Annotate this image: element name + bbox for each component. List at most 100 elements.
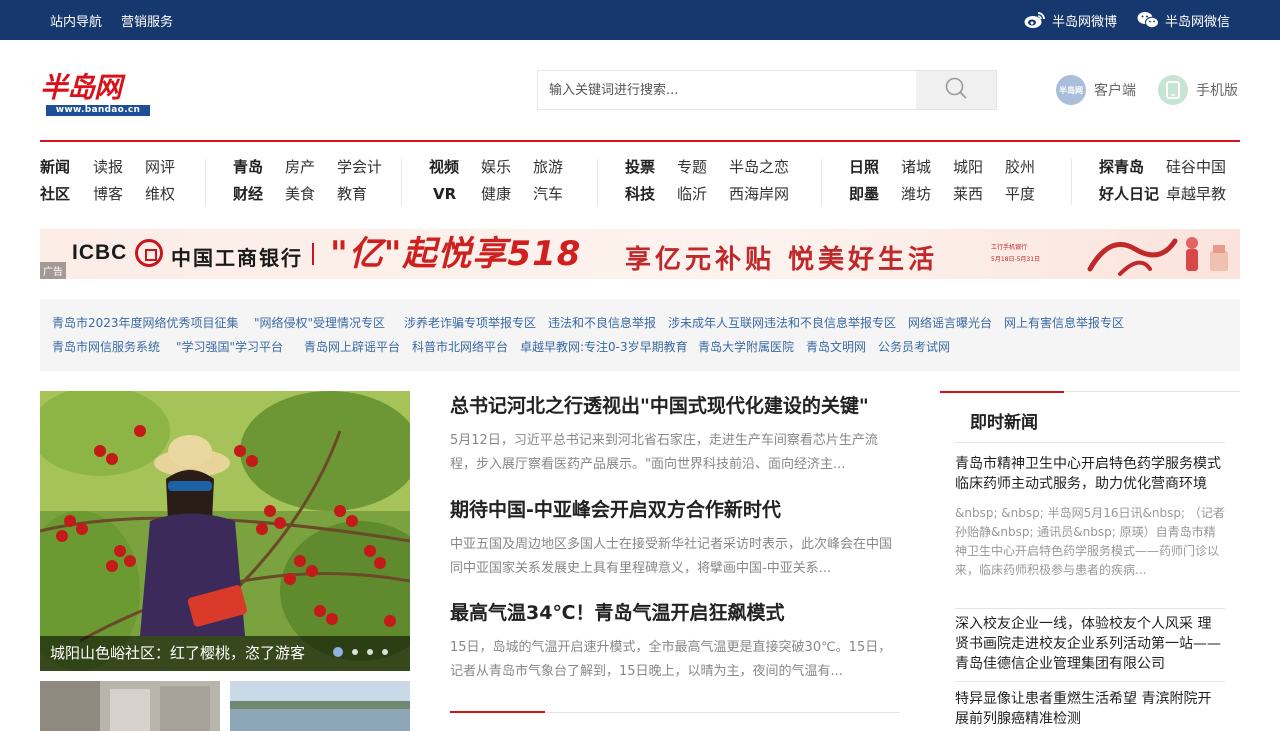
nav-item[interactable]: 学会计: [337, 154, 382, 180]
instant-news-item: 深入校友企业一线，体验校友个人风采 理贤书画院走进校友企业系列活动第一站——青岛…: [955, 614, 1225, 674]
section-divider: [450, 711, 900, 713]
quick-link[interactable]: 网络谣言曝光台: [908, 311, 992, 335]
nav-item[interactable]: 读报: [93, 154, 123, 180]
weibo-label: 半岛网微博: [1051, 14, 1117, 30]
banner-small-text: 工行手机银行 5月18日-5月31日: [991, 242, 1040, 266]
nav-item[interactable]: 硅谷中国: [1166, 154, 1226, 180]
slide-dot[interactable]: [352, 649, 358, 655]
quick-link[interactable]: "网络侵权"受理情况专区: [254, 311, 385, 335]
weibo-link[interactable]: 半岛网微博: [1024, 11, 1117, 30]
slide-photo: [40, 391, 410, 671]
featured-slideshow[interactable]: 城阳山色峪社区：红了樱桃，恣了游客: [40, 391, 410, 671]
instant-news-item-title[interactable]: 特异显像让患者重燃生活希望 青滨附院开展前列腺癌精准检测: [955, 689, 1225, 729]
icbc-banner-ad[interactable]: ICBC 中国工商银行 "亿"起悦享518 享亿元补贴 悦美好生活 工行手机银行…: [40, 229, 1240, 279]
quick-link[interactable]: 涉养老诈骗专项举报专区: [404, 311, 536, 335]
nav-item[interactable]: 财经: [233, 181, 263, 207]
nav-separator: [597, 159, 598, 205]
banner-promo-sub: 享亿元补贴 悦美好生活: [625, 245, 939, 275]
nav-item[interactable]: 胶州: [1005, 154, 1035, 180]
slide-dot[interactable]: [382, 649, 388, 655]
ad-tag: 广告: [40, 262, 66, 279]
nav-item[interactable]: 教育: [337, 181, 367, 207]
header-divider: [40, 140, 1240, 142]
client-app-label: 客户端: [1094, 83, 1136, 99]
nav-item[interactable]: 潍坊: [901, 181, 931, 207]
news-title[interactable]: 总书记河北之行透视出"中国式现代化建设的关键": [450, 391, 900, 421]
nav-item[interactable]: 视频: [429, 154, 459, 180]
quick-link[interactable]: 青岛网上辟谣平台: [304, 335, 400, 359]
instant-news-title: 即时新闻: [970, 413, 1038, 433]
nav-item[interactable]: 新闻: [40, 154, 70, 180]
slide-dot[interactable]: [367, 649, 373, 655]
nav-item[interactable]: 城阳: [953, 154, 983, 180]
quick-link[interactable]: 网上有害信息举报专区: [1004, 311, 1124, 335]
nav-item[interactable]: 维权: [145, 181, 175, 207]
nav-group-vote: 投票 专题 半岛之恋 科技 临沂 西海岸网: [597, 154, 827, 210]
nav-item[interactable]: 网评: [145, 154, 175, 180]
nav-item[interactable]: 房产: [285, 154, 315, 180]
search-input[interactable]: [538, 71, 916, 109]
mobile-version-label: 手机版: [1196, 83, 1238, 99]
quick-link[interactable]: 涉未成年人互联网违法和不良信息举报专区: [668, 311, 896, 335]
nav-item[interactable]: VR: [433, 181, 456, 207]
nav-item[interactable]: 健康: [481, 181, 511, 207]
nav-item[interactable]: 汽车: [533, 181, 563, 207]
nav-item[interactable]: 日照: [849, 154, 879, 180]
nav-item[interactable]: 诸城: [901, 154, 931, 180]
weixin-label: 半岛网微信: [1164, 14, 1230, 30]
quick-link[interactable]: 违法和不良信息举报: [548, 311, 656, 335]
quick-link[interactable]: 卓越早教网:专注0-3岁早期教育: [520, 335, 688, 359]
instant-news-panel: 即时新闻 青岛市精神卫生中心开启特色药学服务模式 临床药师主动式服务，助力优化营…: [940, 391, 1240, 731]
nav-item[interactable]: 博客: [93, 181, 123, 207]
nav-group-news: 新闻 读报 网评 社区 博客 维权: [40, 154, 210, 210]
quick-link[interactable]: 青岛大学附属医院: [698, 335, 794, 359]
slide-dot[interactable]: [333, 647, 343, 657]
search-button[interactable]: [916, 71, 996, 109]
quick-link[interactable]: "学习强国"学习平台: [176, 335, 283, 359]
icbc-brand-cn: 中国工商银行: [171, 246, 303, 270]
thumbnail-photo: [230, 681, 410, 731]
banner-small-line2: 5月18日-5月31日: [991, 256, 1041, 263]
instant-news-item-title[interactable]: 青岛市精神卫生中心开启特色药学服务模式 临床药师主动式服务，助力优化营商环境: [955, 454, 1225, 494]
nav-item[interactable]: 娱乐: [481, 154, 511, 180]
mobile-version-link[interactable]: 手机版: [1158, 75, 1238, 105]
nav-item[interactable]: 半岛之恋: [729, 154, 789, 180]
headline-news: 最高气温34℃！青岛气温开启狂飙模式 15日，岛城的气温开启速升模式，全市最高气…: [450, 598, 900, 684]
site-navigation-link[interactable]: 站内导航: [50, 11, 102, 30]
thumbnail-image[interactable]: [40, 681, 220, 731]
quick-link[interactable]: 青岛市2023年度网络优秀项目征集: [52, 311, 239, 335]
nav-item[interactable]: 莱西: [953, 181, 983, 207]
nav-group-cities: 日照 诸城 城阳 胶州 即墨 潍坊 莱西 平度: [821, 154, 1071, 210]
logo-text: 半岛网: [40, 71, 122, 104]
site-logo[interactable]: 半岛网 www.bandao.cn: [40, 71, 152, 116]
headline-news: 期待中国-中亚峰会开启双方合作新时代 中亚五国及周边地区多国人士在接受新华社记者…: [450, 495, 900, 581]
news-title[interactable]: 期待中国-中亚峰会开启双方合作新时代: [450, 495, 900, 525]
nav-item[interactable]: 专题: [677, 154, 707, 180]
nav-item[interactable]: 投票: [625, 154, 655, 180]
news-title[interactable]: 最高气温34℃！青岛气温开启狂飙模式: [450, 598, 900, 628]
instant-news-item-title[interactable]: 深入校友企业一线，体验校友个人风采 理贤书画院走进校友企业系列活动第一站——青岛…: [955, 614, 1225, 674]
client-app-link[interactable]: 半岛网 客户端: [1056, 75, 1136, 105]
nav-item[interactable]: 科技: [625, 181, 655, 207]
thumbnail-image[interactable]: [230, 681, 410, 731]
nav-item[interactable]: 西海岸网: [729, 181, 789, 207]
quick-link[interactable]: 公务员考试网: [878, 335, 950, 359]
marketing-service-link[interactable]: 营销服务: [121, 11, 173, 30]
quick-link[interactable]: 青岛市网信服务系统: [52, 335, 160, 359]
weixin-link[interactable]: 半岛网微信: [1137, 11, 1230, 30]
quick-link[interactable]: 科普市北网络平台: [412, 335, 508, 359]
nav-item[interactable]: 青岛: [233, 154, 263, 180]
nav-item[interactable]: 即墨: [849, 181, 879, 207]
nav-group-qingdao: 青岛 房产 学会计 财经 美食 教育: [205, 154, 405, 210]
nav-item[interactable]: 社区: [40, 181, 70, 207]
nav-item[interactable]: 好人日记: [1099, 181, 1159, 207]
nav-item[interactable]: 美食: [285, 181, 315, 207]
banner-small-line1: 工行手机银行: [991, 244, 1028, 251]
nav-item[interactable]: 平度: [1005, 181, 1035, 207]
nav-item[interactable]: 探青岛: [1099, 154, 1144, 180]
nav-item[interactable]: 卓越早教: [1166, 181, 1226, 207]
quick-link[interactable]: 青岛文明网: [806, 335, 866, 359]
instant-news-item: 青岛市精神卫生中心开启特色药学服务模式 临床药师主动式服务，助力优化营商环境 &…: [955, 454, 1225, 580]
nav-item[interactable]: 旅游: [533, 154, 563, 180]
nav-item[interactable]: 临沂: [677, 181, 707, 207]
